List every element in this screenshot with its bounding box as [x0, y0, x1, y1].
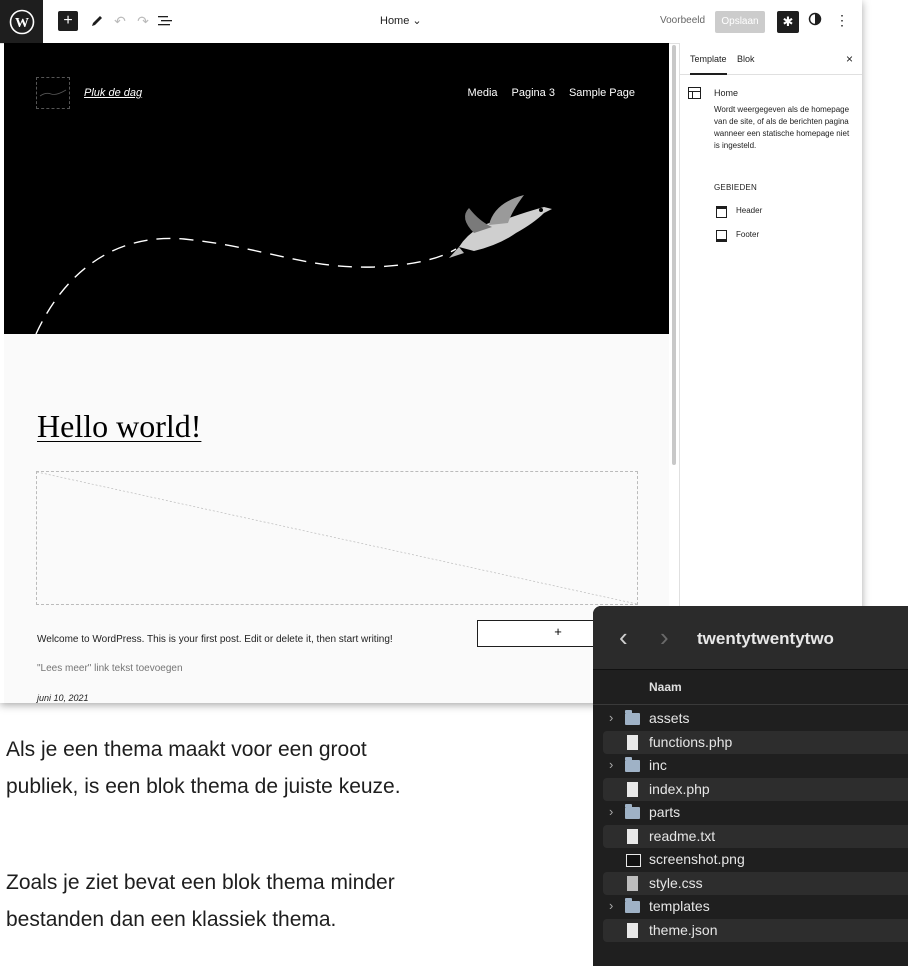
json-file-icon	[627, 923, 638, 938]
file-name: templates	[649, 898, 710, 914]
css-file-icon	[627, 876, 638, 891]
php-file-icon	[627, 782, 638, 797]
disclosure-chevron-icon[interactable]: ›	[609, 898, 613, 913]
wordpress-icon: W	[9, 9, 34, 34]
finder-window: ‹ › twentytwentytwo Naam › assets functi…	[593, 606, 908, 966]
post-excerpt[interactable]: Welcome to WordPress. This is your first…	[37, 634, 393, 645]
sidebar-template-name: Home	[714, 88, 739, 98]
styles-contrast-icon[interactable]	[808, 12, 826, 30]
finder-row-functions-php[interactable]: functions.php	[603, 731, 908, 754]
finder-column-header[interactable]: Naam	[593, 670, 908, 705]
disclosure-chevron-icon[interactable]: ›	[609, 804, 613, 819]
redo-icon[interactable]: ↷	[134, 12, 152, 30]
nav-item-sample-page[interactable]: Sample Page	[569, 87, 635, 99]
more-options-icon[interactable]: ⋮	[835, 12, 849, 29]
finder-row-parts[interactable]: › parts	[603, 801, 908, 824]
template-dropdown[interactable]: Home ⌄	[380, 14, 422, 27]
paragraph-one: Als je een thema maakt voor een groot pu…	[6, 731, 401, 805]
close-icon[interactable]: ×	[846, 52, 853, 66]
editor-toolbar: W + ↶ ↷ Home ⌄ Voorbeeld Opslaan ✱ ⋮	[0, 0, 862, 44]
canvas-scrollbar[interactable]	[672, 45, 676, 465]
folder-icon	[625, 804, 640, 819]
navigation-menu: Media Pagina 3 Sample Page	[468, 87, 635, 99]
post-date[interactable]: juni 10, 2021	[37, 693, 89, 703]
file-name: style.css	[649, 875, 703, 891]
header-hero[interactable]: Pluk de dag Media Pagina 3 Sample Page	[4, 43, 669, 334]
finder-row-screenshot-png[interactable]: screenshot.png	[603, 848, 908, 871]
pencil-tool-icon[interactable]	[88, 12, 106, 30]
finder-row-index-php[interactable]: index.php	[603, 778, 908, 801]
save-button[interactable]: Opslaan	[715, 11, 765, 33]
folder-icon	[625, 710, 640, 725]
site-editor-window: W + ↶ ↷ Home ⌄ Voorbeeld Opslaan ✱ ⋮ Plu…	[0, 0, 862, 703]
column-name-label: Naam	[649, 680, 682, 694]
editor-canvas[interactable]: Pluk de dag Media Pagina 3 Sample Page H…	[4, 43, 669, 703]
area-label-footer: Footer	[736, 230, 760, 239]
footer-area-icon	[716, 230, 727, 242]
add-block-toolbar-button[interactable]: +	[58, 11, 78, 31]
nav-item-pagina-3[interactable]: Pagina 3	[512, 87, 555, 99]
image-file-icon	[626, 854, 641, 867]
paragraph-one-line-2: publiek, is een blok thema de juiste keu…	[6, 775, 401, 798]
undo-icon[interactable]: ↶	[111, 12, 129, 30]
flying-bird-illustration	[35, 195, 552, 334]
paragraph-one-line-1: Als je een thema maakt voor een groot	[6, 738, 367, 761]
php-file-icon	[627, 735, 638, 750]
finder-row-inc[interactable]: › inc	[603, 754, 908, 777]
file-name: index.php	[649, 781, 710, 797]
paragraph-two: Zoals je ziet bevat een blok thema minde…	[6, 864, 395, 938]
svg-text:W: W	[15, 16, 29, 31]
sidebar-tabs: Template Blok ×	[680, 43, 862, 75]
header-area-icon	[716, 206, 727, 218]
finder-header: ‹ › twentytwentytwo	[593, 606, 908, 670]
disclosure-chevron-icon[interactable]: ›	[609, 710, 613, 725]
area-label-header: Header	[736, 206, 763, 215]
file-name: screenshot.png	[649, 851, 745, 867]
site-title[interactable]: Pluk de dag	[84, 87, 142, 99]
disclosure-chevron-icon[interactable]: ›	[609, 757, 613, 772]
finder-folder-title: twentytwentytwo	[697, 629, 834, 648]
back-chevron-icon[interactable]: ‹	[619, 622, 628, 653]
tab-template[interactable]: Template	[690, 54, 727, 75]
file-name: functions.php	[649, 734, 733, 750]
text-file-icon	[627, 829, 638, 844]
file-name: inc	[649, 757, 667, 773]
chevron-down-icon: ⌄	[412, 15, 422, 27]
site-logo-placeholder[interactable]	[36, 77, 70, 109]
paragraph-two-line-1: Zoals je ziet bevat een blok thema minde…	[6, 871, 395, 894]
folder-icon	[625, 757, 640, 772]
read-more-placeholder[interactable]: "Lees meer" link tekst toevoegen	[37, 663, 183, 674]
file-name: readme.txt	[649, 828, 716, 844]
areas-heading: GEBIEDEN	[714, 183, 757, 192]
finder-row-style-css[interactable]: style.css	[603, 872, 908, 895]
file-name: assets	[649, 710, 690, 726]
finder-row-readme-txt[interactable]: readme.txt	[603, 825, 908, 848]
template-layout-icon	[688, 87, 701, 99]
list-view-icon[interactable]	[156, 12, 174, 30]
settings-sidebar: Template Blok × Home Wordt weergegeven a…	[679, 43, 862, 703]
preview-button[interactable]: Voorbeeld	[660, 15, 705, 26]
paragraph-two-line-2: bestanden dan een klassiek thema.	[6, 908, 337, 931]
file-name: theme.json	[649, 922, 718, 938]
forward-chevron-icon[interactable]: ›	[660, 622, 669, 653]
template-title: Home	[380, 15, 410, 27]
featured-image-placeholder[interactable]	[36, 471, 638, 605]
settings-gear-icon[interactable]: ✱	[777, 11, 799, 33]
nav-item-media[interactable]: Media	[468, 87, 498, 99]
sidebar-template-description: Wordt weergegeven als de homepage van de…	[714, 105, 850, 150]
tab-blok[interactable]: Blok	[737, 54, 755, 64]
post-title[interactable]: Hello world!	[37, 408, 201, 445]
finder-row-templates[interactable]: › templates	[603, 895, 908, 918]
wordpress-logo-button[interactable]: W	[0, 0, 43, 43]
folder-icon	[625, 898, 640, 913]
finder-row-assets[interactable]: › assets	[603, 707, 908, 730]
finder-row-theme-json[interactable]: theme.json	[603, 919, 908, 942]
file-name: parts	[649, 804, 681, 820]
